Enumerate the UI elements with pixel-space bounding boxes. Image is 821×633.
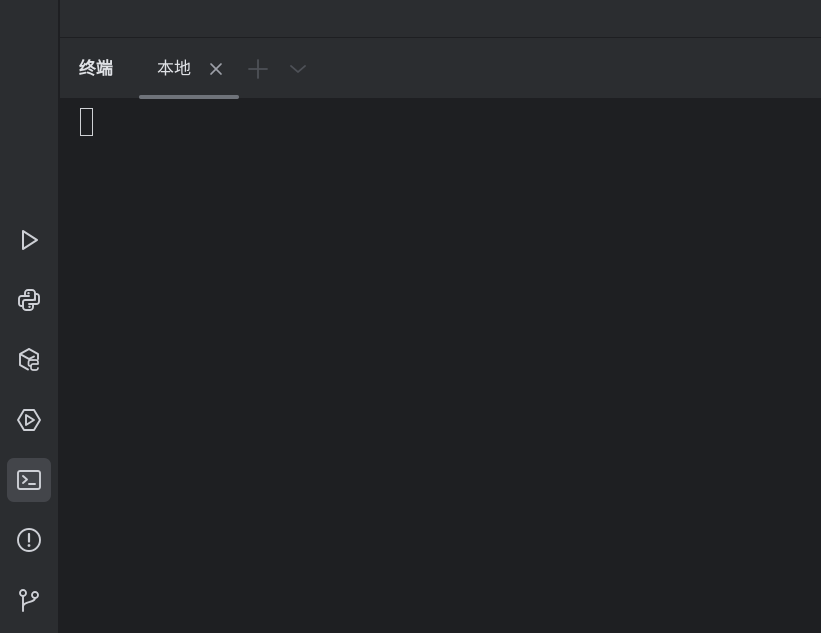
- python-console-icon: [18, 289, 40, 311]
- run-icon: [22, 230, 38, 250]
- new-tab-button[interactable]: [246, 57, 270, 81]
- run-button[interactable]: [7, 218, 51, 262]
- problems-icon: [17, 528, 41, 552]
- plus-icon: [248, 59, 268, 79]
- git-button[interactable]: [7, 578, 51, 622]
- services-icon: [17, 409, 41, 431]
- close-icon: [210, 63, 222, 75]
- tool-window-strip: [0, 0, 59, 633]
- python-packages-button[interactable]: [7, 338, 51, 382]
- python-packages-icon: [19, 348, 39, 371]
- problems-button[interactable]: [7, 518, 51, 562]
- panel-title: 终端: [79, 59, 113, 79]
- terminal-button[interactable]: [7, 458, 51, 502]
- terminal-icon: [17, 470, 41, 490]
- ide-window: 终端 本地: [0, 0, 821, 633]
- tab-dropdown-button[interactable]: [286, 57, 310, 81]
- terminal-tab-bar: 终端 本地: [60, 38, 821, 99]
- git-icon: [19, 589, 39, 612]
- terminal-output[interactable]: [60, 99, 821, 633]
- python-console-button[interactable]: [7, 278, 51, 322]
- chevron-down-icon: [290, 65, 306, 73]
- terminal-cursor: [80, 108, 93, 136]
- tab-close-button[interactable]: [207, 60, 225, 78]
- tab-local[interactable]: 本地: [139, 38, 239, 99]
- tab-label: 本地: [157, 59, 191, 79]
- services-button[interactable]: [7, 398, 51, 442]
- top-toolbar: [60, 0, 821, 38]
